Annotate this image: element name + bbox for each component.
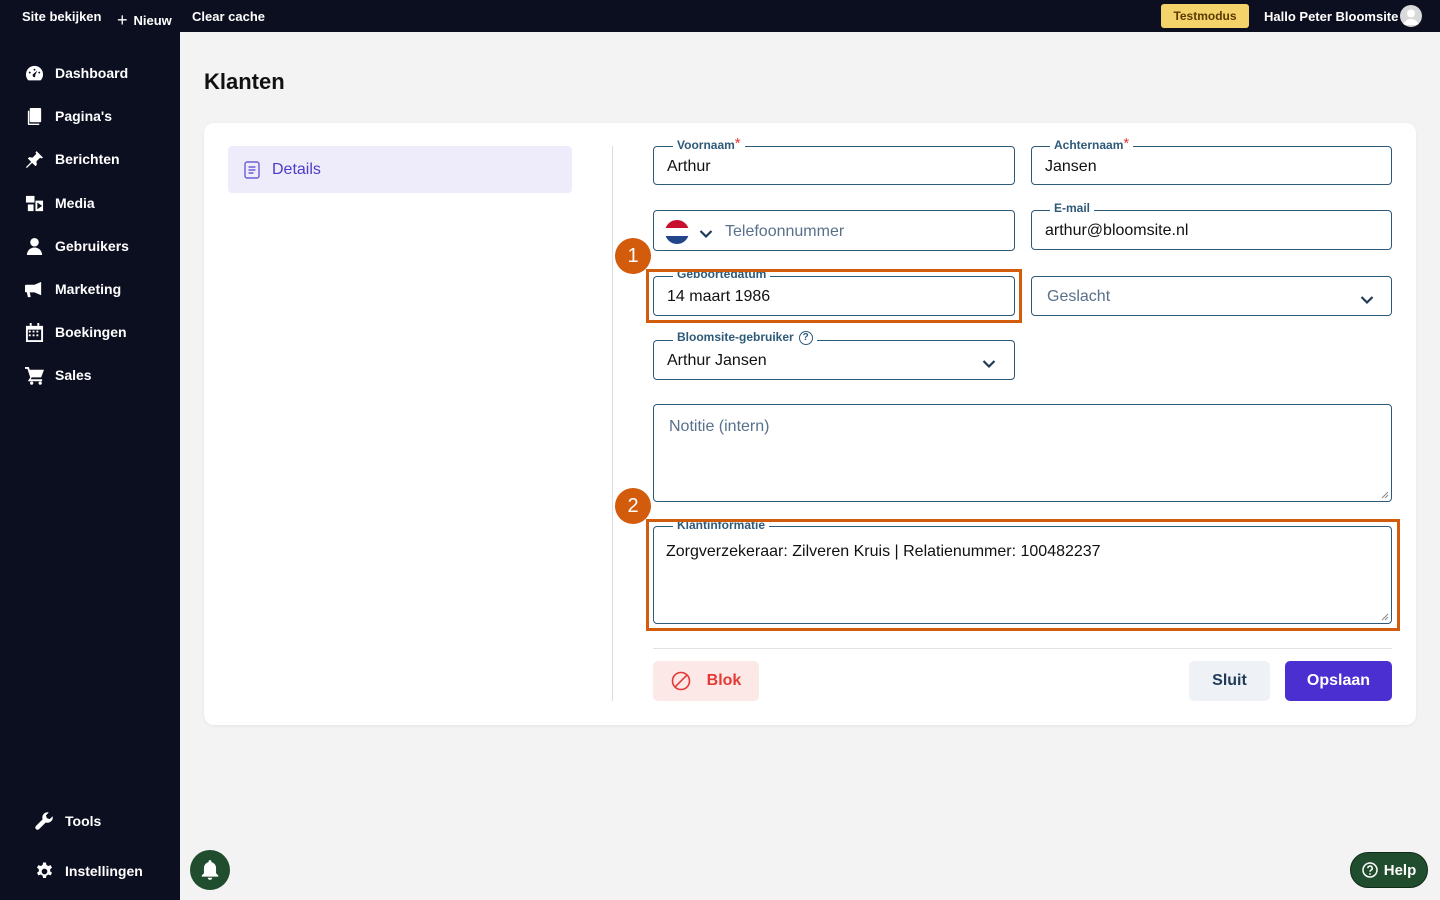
bloomsite-user-label: Bloomsite-gebruiker? <box>673 330 817 346</box>
sidebar-item-bookings[interactable]: Boekingen <box>24 318 127 346</box>
sidebar: Dashboard Pagina's Berichten Media Gebru… <box>0 32 180 900</box>
sidebar-item-label: Berichten <box>55 151 120 167</box>
bell-icon <box>201 860 219 880</box>
sidebar-item-tools[interactable]: Tools <box>34 807 101 835</box>
resize-handle-icon[interactable] <box>1381 491 1389 499</box>
test-mode-badge: Testmodus <box>1161 4 1249 28</box>
annotation-highlight-2 <box>646 519 1400 631</box>
question-circle-icon <box>1361 862 1378 878</box>
save-button[interactable]: Opslaan <box>1285 661 1392 701</box>
first-name-label: Voornaam* <box>673 135 745 152</box>
divider <box>612 146 613 701</box>
avatar-icon <box>1403 9 1419 25</box>
block-button[interactable]: Blok <box>653 661 759 701</box>
sidebar-item-label: Sales <box>55 367 92 383</box>
sidebar-item-pages[interactable]: Pagina's <box>24 102 112 130</box>
help-label: Help <box>1383 861 1417 879</box>
netherlands-flag-icon[interactable] <box>665 220 689 244</box>
pin-icon <box>24 149 44 169</box>
tab-details[interactable]: Details <box>228 146 572 193</box>
phone-field[interactable]: Telefoonnummer <box>653 210 1015 251</box>
sidebar-item-label: Instellingen <box>65 863 143 879</box>
cart-icon <box>24 365 44 385</box>
sidebar-item-label: Media <box>55 195 95 211</box>
sidebar-item-label: Tools <box>65 813 102 829</box>
sidebar-item-dashboard[interactable]: Dashboard <box>24 59 128 87</box>
document-icon <box>244 160 260 179</box>
chevron-down-icon <box>1360 292 1374 305</box>
new-label: Nieuw <box>133 13 172 28</box>
sidebar-item-label: Boekingen <box>55 324 127 340</box>
calendar-icon <box>24 322 44 342</box>
notifications-button[interactable] <box>190 850 230 890</box>
wrench-icon <box>34 811 54 831</box>
plus-icon: + <box>117 10 128 30</box>
chevron-down-icon <box>982 356 996 369</box>
gear-icon <box>34 861 54 881</box>
sidebar-item-settings[interactable]: Instellingen <box>34 857 143 885</box>
help-button[interactable]: Help <box>1350 852 1428 888</box>
admin-topbar: Site bekijken + Nieuw Clear cache Testmod… <box>0 0 1440 32</box>
phone-placeholder: Telefoonnummer <box>725 223 845 240</box>
email-value: arthur@bloomsite.nl <box>1045 222 1189 239</box>
clear-cache-link[interactable]: Clear cache <box>192 9 265 24</box>
required-mark: * <box>734 135 741 152</box>
close-button[interactable]: Sluit <box>1189 661 1270 701</box>
sidebar-item-label: Pagina's <box>55 108 113 124</box>
media-icon <box>24 193 44 213</box>
sidebar-item-sales[interactable]: Sales <box>24 361 92 389</box>
email-field[interactable]: arthur@bloomsite.nl <box>1031 210 1392 250</box>
avatar[interactable] <box>1400 5 1422 27</box>
tab-label: Details <box>272 160 321 178</box>
user-icon <box>24 236 44 256</box>
bloomsite-user-select[interactable]: Arthur Jansen <box>653 340 1015 380</box>
sidebar-item-posts[interactable]: Berichten <box>24 145 120 173</box>
site-view-link[interactable]: Site bekijken <box>22 9 101 24</box>
sidebar-item-label: Gebruikers <box>55 238 129 254</box>
bloomsite-user-value: Arthur Jansen <box>667 352 767 369</box>
dashboard-icon <box>24 63 44 83</box>
first-name-value: Arthur <box>667 158 711 175</box>
new-link[interactable]: + Nieuw <box>117 9 172 30</box>
note-textarea[interactable]: Notitie (intern) <box>653 404 1392 502</box>
block-icon <box>671 671 690 691</box>
gender-select[interactable]: Geslacht <box>1031 276 1392 316</box>
greeting[interactable]: Hallo Peter Bloomsite <box>1264 9 1398 24</box>
page-title: Klanten <box>204 69 285 94</box>
gender-placeholder: Geslacht <box>1047 288 1111 305</box>
last-name-value: Jansen <box>1045 158 1097 175</box>
sidebar-item-label: Marketing <box>55 281 122 297</box>
annotation-badge-2: 2 <box>615 488 651 524</box>
divider <box>653 648 1392 649</box>
required-mark: * <box>1123 135 1130 152</box>
megaphone-icon <box>24 279 44 299</box>
chevron-down-icon[interactable] <box>699 226 713 239</box>
last-name-label: Achternaam* <box>1050 135 1134 152</box>
annotation-highlight-1 <box>646 269 1022 323</box>
sidebar-item-media[interactable]: Media <box>24 189 95 217</box>
email-label: E-mail <box>1050 201 1095 215</box>
sidebar-item-label: Dashboard <box>55 65 129 81</box>
annotation-badge-1: 1 <box>615 238 651 274</box>
sidebar-item-marketing[interactable]: Marketing <box>24 275 121 303</box>
help-circle-icon[interactable]: ? <box>798 331 813 345</box>
block-label: Blok <box>706 672 742 689</box>
pages-icon <box>24 106 44 126</box>
sidebar-item-users[interactable]: Gebruikers <box>24 232 129 260</box>
note-placeholder: Notitie (intern) <box>669 418 770 435</box>
